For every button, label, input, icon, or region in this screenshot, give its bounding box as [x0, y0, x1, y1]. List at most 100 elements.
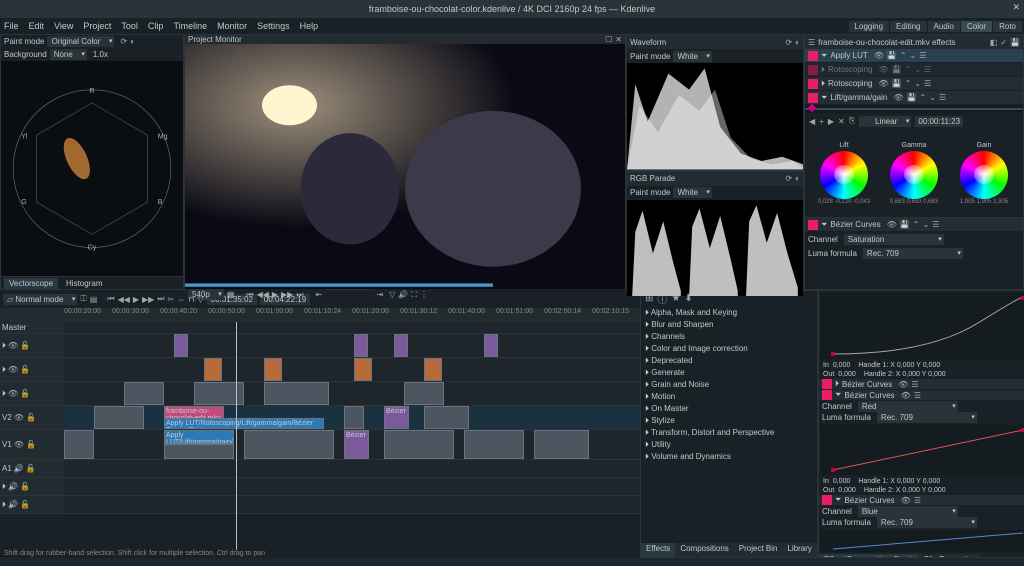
lock-icon[interactable]: 🔓 [20, 500, 30, 509]
effect-up-icon[interactable]: ⌃ [900, 51, 907, 60]
lock-icon[interactable]: 🔓 [26, 440, 36, 449]
collapse-icon[interactable]: ⏵ [821, 79, 825, 89]
track-header-a1[interactable]: A1 🔊 🔓 [0, 460, 64, 477]
clip[interactable] [534, 430, 589, 459]
effect-menu-icon[interactable]: ☰ [914, 496, 921, 505]
cat-blur[interactable]: ⏵ Blur and Sharpen [643, 319, 815, 331]
bezier-curve-4[interactable] [821, 530, 1024, 552]
menu-edit[interactable]: Edit [29, 21, 45, 31]
clip-effects[interactable]: Apply LUT/Rotoscoping/Lift/gamma/gain/Bé… [164, 418, 324, 429]
bezier-luma[interactable]: Rec. 709 [863, 248, 963, 259]
kf-prev-icon[interactable]: ◀ [809, 117, 815, 126]
lib-info-icon[interactable]: ⓘ [657, 291, 667, 306]
eye-icon[interactable]: 👁 [14, 413, 24, 422]
menu-settings[interactable]: Settings [257, 21, 290, 31]
cat-utility[interactable]: ⏵ Utility [643, 439, 815, 451]
vectorscope-background[interactable]: None [50, 49, 87, 60]
rgb-auto-icon[interactable]: ⟳ [785, 174, 792, 183]
effect-up-icon[interactable]: ⌃ [919, 93, 926, 102]
bezier-channel[interactable]: Saturation [844, 234, 944, 245]
effect-save-icon[interactable]: 💾 [887, 51, 897, 60]
tl-prev-icon[interactable]: ◀◀ [118, 295, 130, 304]
track-header-a2[interactable]: ⏵ 🔊 🔓 [0, 478, 64, 495]
rgb-paint-mode[interactable]: White [673, 187, 711, 198]
clip[interactable] [64, 430, 94, 459]
tab-stack[interactable]: Effect/Composition Stack [819, 554, 918, 558]
effect-menu-icon[interactable]: ☰ [914, 391, 921, 400]
clip[interactable] [124, 382, 164, 405]
effect-config-icon[interactable]: ☰ [808, 38, 815, 47]
rewind-icon[interactable]: ⏮ [246, 290, 253, 300]
clip[interactable] [344, 406, 364, 429]
track-header-v2[interactable]: V2 👁 🔓 [0, 406, 64, 429]
split-compare-icon[interactable]: ◧ [990, 38, 998, 47]
effect-visible-icon[interactable]: 👁 [893, 93, 903, 102]
kf-next-icon[interactable]: ▶ [828, 117, 834, 126]
effect-save-icon[interactable]: 💾 [892, 79, 902, 88]
timeline-ruler[interactable]: 00:00:20:00 00:00:30:00 00:00:40:20 00:0… [0, 308, 640, 322]
tl-next-icon[interactable]: ▶▶ [142, 295, 154, 304]
cat-motion[interactable]: ⏵ Motion [643, 391, 815, 403]
effect-down-icon[interactable]: ⌄ [929, 93, 936, 102]
collapse-icon[interactable]: ⏷ [821, 93, 827, 103]
waveform-rt-icon[interactable]: ◐ [795, 38, 800, 47]
menu-monitor[interactable]: Monitor [217, 21, 247, 31]
effect-menu-icon[interactable]: ☰ [932, 220, 939, 229]
vectorscope-autorefresh-icon[interactable]: ⟳ [120, 37, 127, 46]
monitor-close-icon[interactable]: ✕ [615, 35, 622, 44]
waveform-auto-icon[interactable]: ⟳ [785, 38, 792, 47]
effect-visible-icon[interactable]: 👁 [878, 79, 888, 88]
effect-bezier-3[interactable]: ⏷ Bézier Curves 👁 ☰ [819, 390, 1024, 401]
effect-visible-icon[interactable]: 👁 [887, 220, 897, 229]
clip[interactable] [204, 358, 222, 381]
effect-lgg[interactable]: ⏷ Lift/gamma/gain 👁 💾 ⌃ ⌄ ☰ [805, 91, 1023, 105]
effect-save-icon[interactable]: 💾 [900, 220, 910, 229]
effect-visible-icon[interactable]: 👁 [901, 391, 911, 400]
effect-bezier-2[interactable]: ⏵ Bézier Curves 👁 ☰ [819, 379, 1024, 390]
lock-icon[interactable]: 🔓 [20, 341, 30, 350]
effect-save-icon[interactable]: 💾 [906, 93, 916, 102]
effect-down-icon[interactable]: ⌄ [914, 79, 921, 88]
effect-up-icon[interactable]: ⌃ [913, 220, 920, 229]
zone-out-icon[interactable]: ⇥ [377, 290, 384, 299]
track-header-v3[interactable]: ⏵ 👁 🔓 [0, 382, 64, 405]
tl-snap-icon[interactable]: ⊓ [188, 295, 194, 304]
menu-clip[interactable]: Clip [148, 21, 164, 31]
effect-bezier-1[interactable]: ⏷ Bézier Curves 👁 💾 ⌃ ⌄ ☰ [805, 218, 1023, 232]
kf-timecode[interactable]: 00:00:11:23 [915, 116, 963, 127]
cat-volume[interactable]: ⏵ Volume and Dynamics [643, 451, 815, 463]
gain-wheel[interactable]: Gain 1,905 1,905 1,905 [955, 142, 1013, 205]
effect-down-icon[interactable]: ⌄ [922, 220, 929, 229]
effect-apply-lut[interactable]: ⏷ Apply LUT 👁 💾 ⌃ ⌄ ☰ [805, 49, 1023, 63]
workspace-roto[interactable]: Roto [993, 21, 1022, 32]
clip[interactable] [174, 334, 188, 357]
lift-wheel[interactable]: Lift 0,028 -0,220 -0,043 [815, 142, 873, 205]
clip[interactable] [164, 444, 234, 459]
track-header-a3[interactable]: ⏵ 🔊 🔓 [0, 496, 64, 513]
lock-icon[interactable]: 🔓 [20, 389, 30, 398]
tl-cut-icon[interactable]: ✂ [168, 295, 175, 304]
clip[interactable] [264, 358, 282, 381]
kf-del-icon[interactable]: ✕ [838, 117, 845, 126]
menu-tool[interactable]: Tool [121, 21, 138, 31]
tl-fwd-icon[interactable]: ⏭ [157, 294, 164, 304]
tl-play-icon[interactable]: ▶ [133, 295, 139, 304]
tl-fit-icon[interactable]: ⇔ [177, 295, 185, 304]
lib-star-icon[interactable]: ★ [671, 293, 680, 304]
clip[interactable] [354, 358, 372, 381]
effect-save-icon[interactable]: 💾 [892, 65, 902, 74]
effect-up-icon[interactable]: ⌃ [905, 79, 912, 88]
bezier-curve-1[interactable] [821, 293, 1024, 359]
bezier4-luma[interactable]: Rec. 709 [877, 517, 977, 528]
tab-project-bin[interactable]: Project Bin [734, 543, 783, 557]
eye-icon[interactable]: 👁 [8, 341, 18, 350]
effect-visible-icon[interactable]: 👁 [901, 496, 911, 505]
wf-paint-mode[interactable]: White [673, 51, 711, 62]
cat-alpha[interactable]: ⏵ Alpha, Mask and Keying [643, 307, 815, 319]
menu-view[interactable]: View [54, 21, 73, 31]
workspace-logging[interactable]: Logging [849, 21, 889, 32]
tl-composite-icon[interactable]: ▤ [90, 295, 98, 304]
collapse-icon[interactable]: ⏷ [821, 51, 827, 61]
bezier3-luma[interactable]: Rec. 709 [877, 412, 977, 423]
clip[interactable] [484, 334, 498, 357]
